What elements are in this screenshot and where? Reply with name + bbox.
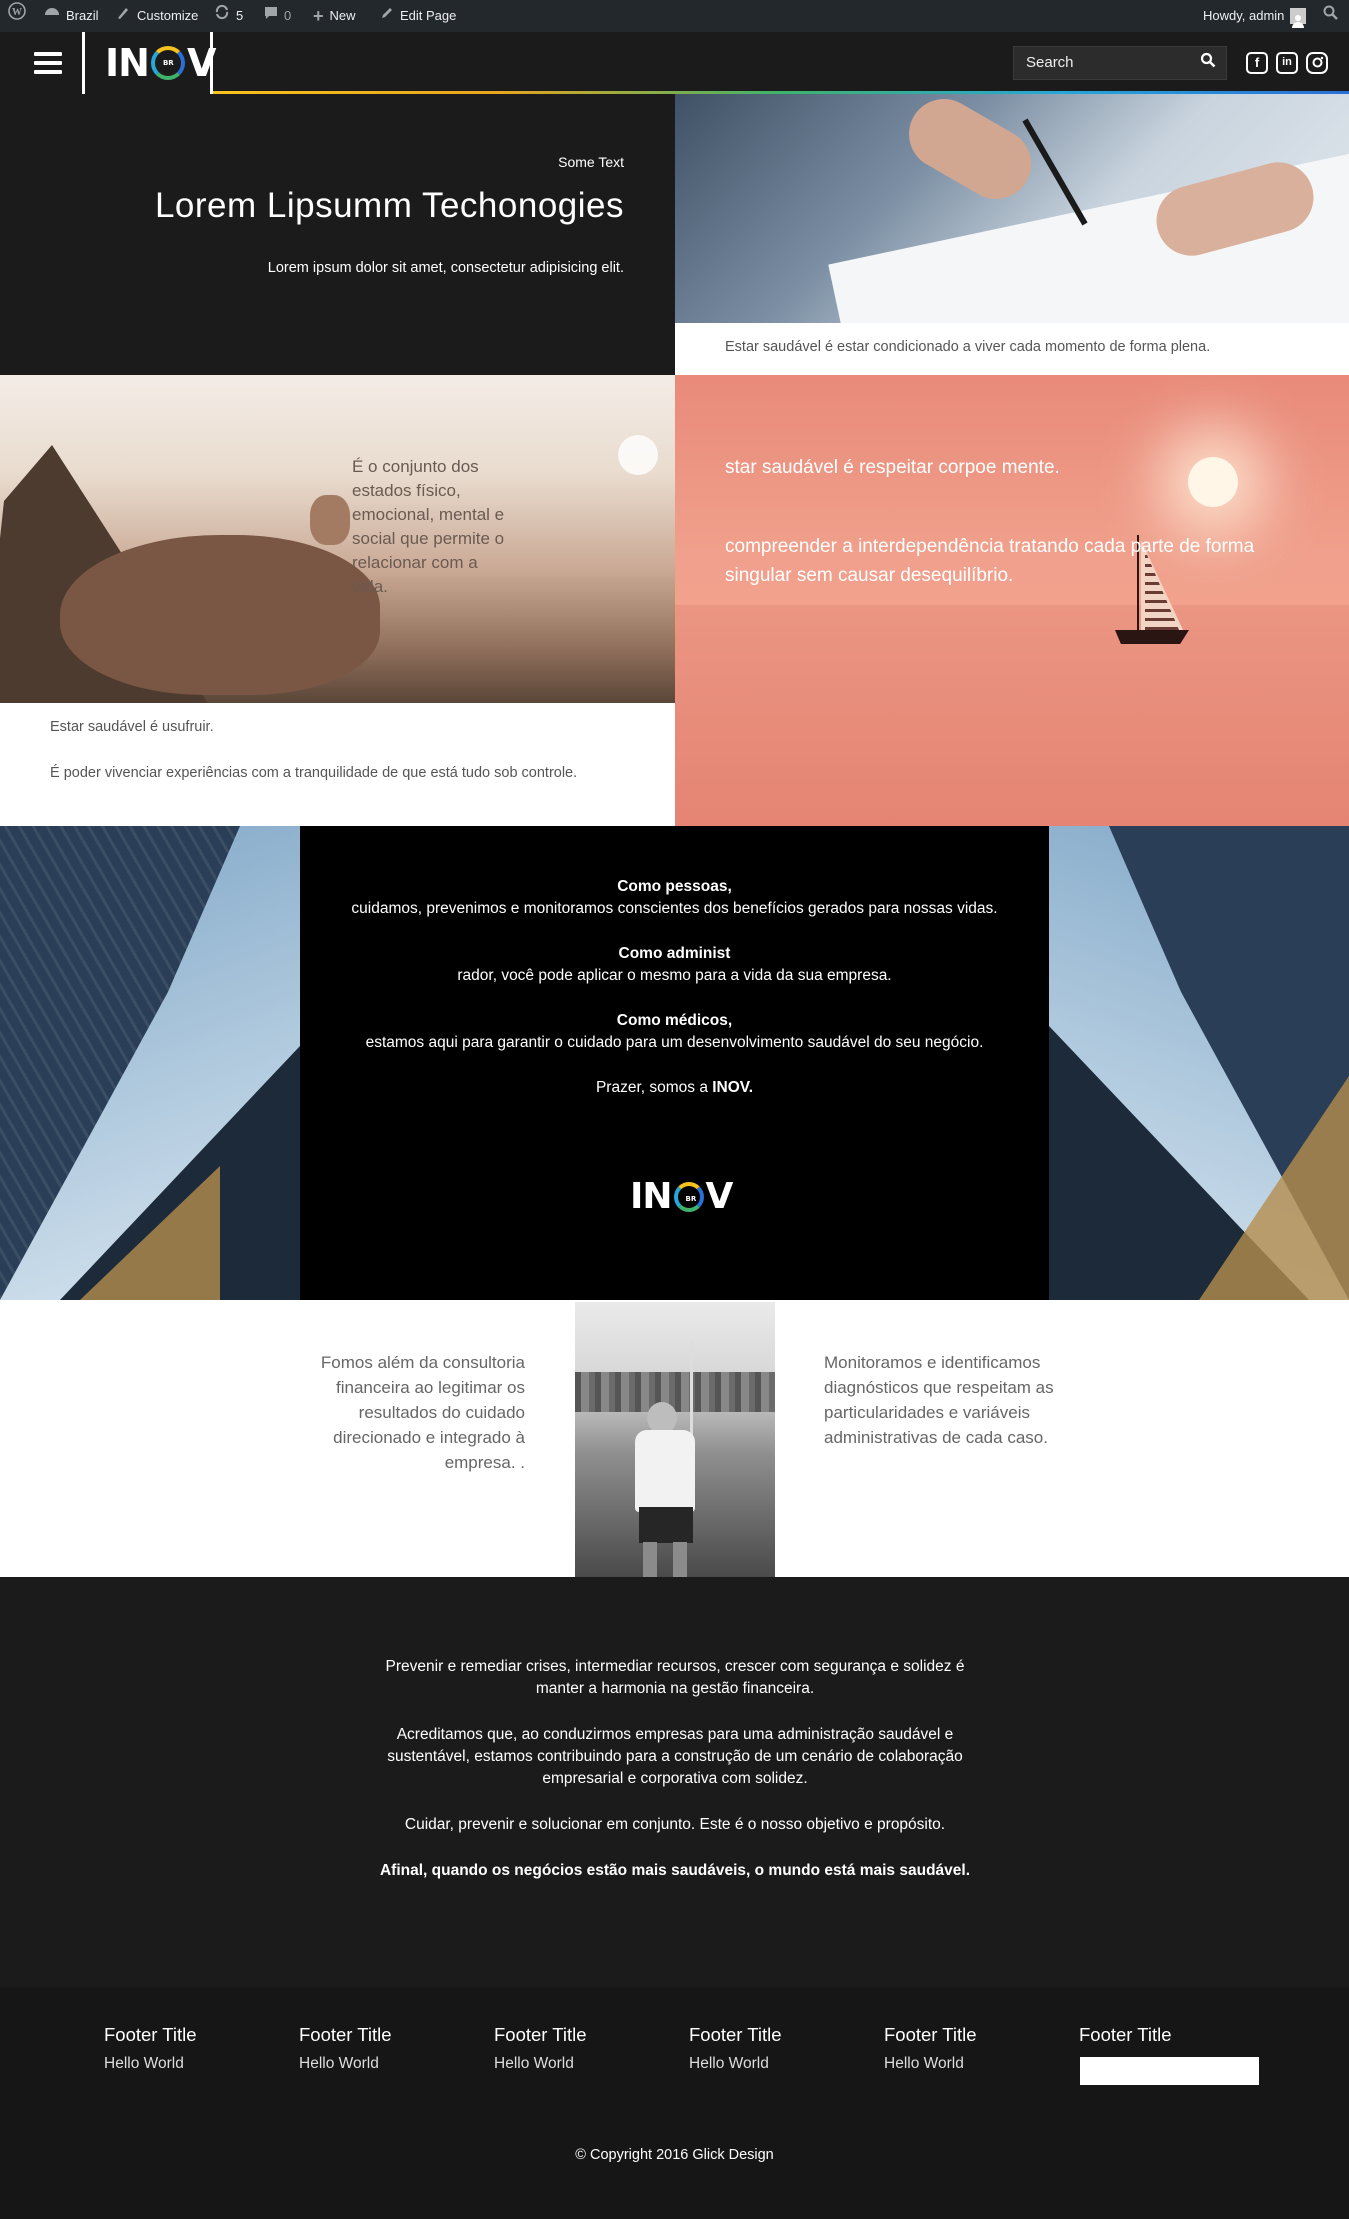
about-logo-right: V <box>705 1176 734 1217</box>
mission-p1: Prevenir e remediar crises, intermediar … <box>385 1658 965 1697</box>
hero-caption: Estar saudável é estar condicionado a vi… <box>725 339 1211 355</box>
site-name-link[interactable]: Brazil <box>44 0 99 32</box>
search-icon[interactable] <box>1200 52 1216 73</box>
mission-p4: Afinal, quando os negócios estão mais sa… <box>379 1862 971 1879</box>
footer-title-4: Footer Title <box>689 2024 782 2045</box>
customize-link[interactable]: Customize <box>116 0 198 32</box>
footer-link-5[interactable]: Hello World <box>884 2055 964 2073</box>
admin-search-button[interactable] <box>1323 0 1338 32</box>
footer-title-6: Footer Title <box>1079 2024 1172 2045</box>
logo-text-left: IN <box>105 41 150 85</box>
wordpress-icon: W <box>8 0 26 32</box>
updates-link[interactable]: 5 <box>214 0 243 32</box>
player-image <box>575 1302 775 1577</box>
about-p4: Prazer, somos a INOV. <box>350 1077 999 1099</box>
comments-count: 0 <box>284 8 292 23</box>
footer-title-5: Footer Title <box>884 2024 977 2045</box>
sunset-line-1: star saudável é respeitar corpoe mente. <box>725 457 1060 478</box>
hero-panel: Some Text Lorem Lipsumm Techonogies Lore… <box>0 94 675 375</box>
about-p1-bold: Como pessoas, <box>617 878 732 895</box>
about-p2-bold: Como administ <box>618 945 731 962</box>
rock-overlay-text: É o conjunto dos estados físico, emocion… <box>352 457 505 596</box>
about-logo-left: IN <box>630 1176 673 1217</box>
footer-title-3: Footer Title <box>494 2024 587 2045</box>
about-panel: Como pessoas, cuidamos, prevenimos e mon… <box>300 826 1049 1300</box>
services-right-text: Monitoramos e identificamos diagnósticos… <box>824 1353 1054 1447</box>
plus-icon: + <box>313 6 324 26</box>
header-divider-left <box>82 32 85 96</box>
footer-title-1: Footer Title <box>104 2024 197 2045</box>
hero-subtitle: Lorem ipsum dolor sit amet, consectetur … <box>267 260 624 276</box>
sunset-sailboat-image: star saudável é respeitar corpoe mente. … <box>675 375 1349 826</box>
about-p4-text: Prazer, somos a <box>595 1079 713 1096</box>
about-p3-text: estamos aqui para garantir o cuidado par… <box>365 1034 984 1051</box>
site-name: Brazil <box>66 8 99 23</box>
admin-bar: W Brazil Customize 5 0 + New Edit Page H… <box>0 0 1349 32</box>
linkedin-icon[interactable]: in <box>1276 52 1298 74</box>
dashboard-icon <box>44 0 60 32</box>
hero-image-writing <box>675 94 1349 323</box>
rock-image: É o conjunto dos estados físico, emocion… <box>0 375 675 703</box>
footer-input[interactable] <box>1080 2057 1259 2085</box>
footer-link-1[interactable]: Hello World <box>104 2055 184 2073</box>
facebook-icon[interactable]: f <box>1246 52 1268 74</box>
logo-ring-text: BR <box>162 59 174 67</box>
about-p3-bold: Como médicos, <box>616 1012 733 1029</box>
mission-p3: Cuidar, prevenir e solucionar em conjunt… <box>404 1816 946 1833</box>
city-image-left <box>0 826 300 1300</box>
menu-icon[interactable] <box>34 52 62 74</box>
instagram-icon[interactable] <box>1306 52 1328 74</box>
about-logo-ring: BR <box>673 1181 704 1212</box>
logo-ring: BR <box>150 46 185 80</box>
edit-page-link[interactable]: Edit Page <box>380 0 456 32</box>
wordpress-menu[interactable]: W <box>8 0 26 32</box>
howdy-label: Howdy, admin <box>1203 8 1285 23</box>
customize-label: Customize <box>137 8 199 23</box>
hero-caption-panel: Estar saudável é estar condicionado a vi… <box>675 323 1349 375</box>
about-p4-bold: INOV. <box>712 1079 754 1096</box>
rock-line-1: Estar saudável é usufruir. <box>50 719 214 735</box>
city-image-right <box>1049 826 1349 1300</box>
brush-icon <box>116 0 131 32</box>
about-p2-text: rador, você pode aplicar o mesmo para a … <box>457 967 892 984</box>
site-footer <box>0 1987 1349 2219</box>
hero-kicker: Some Text <box>558 154 624 170</box>
pencil-icon <box>380 0 394 32</box>
about-p1-text: cuidamos, prevenimos e monitoramos consc… <box>351 900 998 917</box>
mission-section: Prevenir e remediar crises, intermediar … <box>0 1577 1349 1987</box>
svg-text:W: W <box>12 7 22 18</box>
new-label: New <box>329 8 356 23</box>
site-logo[interactable]: IN BR V <box>105 38 216 88</box>
rock-text-panel: Estar saudável é usufruir. É poder viven… <box>0 703 675 826</box>
footer-link-2[interactable]: Hello World <box>299 2055 379 2073</box>
about-logo-ring-text: BR <box>685 1194 697 1203</box>
logo-text-right: V <box>186 41 216 85</box>
footer-link-3[interactable]: Hello World <box>494 2055 574 2073</box>
about-logo: IN BR V <box>630 1176 734 1217</box>
search-input[interactable]: Search <box>1013 46 1227 80</box>
copyright: © Copyright 2016 Glick Design <box>575 2147 774 2163</box>
comment-icon <box>264 0 278 32</box>
sunset-line-2: compreender a interdependência tratando … <box>725 536 1255 586</box>
services-left-text: Fomos além da consultoria financeira ao … <box>320 1353 525 1472</box>
footer-link-4[interactable]: Hello World <box>689 2055 769 2073</box>
account-menu[interactable]: Howdy, admin <box>1203 0 1307 32</box>
updates-count: 5 <box>236 8 244 23</box>
hero-title: Lorem Lipsumm Techonogies <box>154 186 624 225</box>
comments-link[interactable]: 0 <box>264 0 291 32</box>
mission-p2: Acreditamos que, ao conduzirmos empresas… <box>387 1726 963 1787</box>
new-content-link[interactable]: + New <box>313 0 356 32</box>
search-icon <box>1323 0 1338 32</box>
footer-title-2: Footer Title <box>299 2024 392 2045</box>
edit-page-label: Edit Page <box>400 8 457 23</box>
updates-icon <box>214 0 230 32</box>
rock-line-2: É poder vivenciar experiências com a tra… <box>50 765 578 781</box>
avatar-icon <box>1290 8 1307 28</box>
